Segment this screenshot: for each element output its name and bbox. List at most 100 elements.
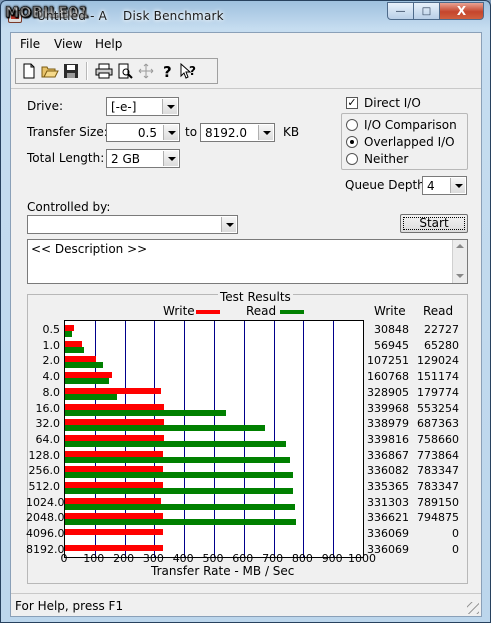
read-bar (65, 425, 266, 432)
x-tick-label: 700 (262, 552, 284, 565)
direct-io-label[interactable]: Direct I/O (364, 96, 421, 110)
read-value-cell: 22727 (424, 323, 459, 336)
write-value-cell: 107251 (367, 354, 409, 368)
x-tick-label: 300 (142, 552, 164, 565)
window-title: Untitled - A Disk Benchmark (37, 9, 224, 23)
menu-view[interactable]: View (54, 37, 82, 51)
write-value-cell: 338979 (367, 417, 409, 431)
read-value-cell: 758660 (417, 432, 459, 446)
title-bar[interactable]: MOBILE01 Untitled - A Disk Benchmark — □ … (1, 1, 490, 31)
drive-select[interactable]: [-e-] (106, 97, 179, 116)
read-bar (65, 346, 84, 353)
category-label: 4.0 (42, 370, 61, 384)
category-label: 64.0 (35, 432, 61, 446)
read-value-cell: 179774 (417, 385, 459, 399)
transfer-size-from-select[interactable]: 0.5 (106, 123, 180, 142)
description-box[interactable]: << Description >> (27, 239, 468, 284)
legend-read-swatch (280, 310, 304, 314)
chevron-down-icon[interactable] (163, 151, 178, 166)
window-title-right: Disk Benchmark (123, 9, 224, 23)
category-label: 0.5 (42, 323, 61, 336)
status-text: For Help, press F1 (15, 599, 124, 613)
queue-depth-label: Queue Depth: (345, 178, 429, 192)
read-bar (65, 378, 109, 385)
read-bar (65, 488, 293, 494)
legend-read-label: Read (246, 304, 277, 318)
transfer-from-value: 0.5 (137, 126, 157, 140)
total-length-select[interactable]: 2 GB (106, 149, 180, 168)
help-icon[interactable]: ? (158, 61, 178, 81)
category-label: 8192.0 (26, 542, 65, 556)
transfer-size-label: Transfer Size: (27, 125, 108, 139)
description-scrollbar[interactable] (452, 240, 467, 283)
write-value-cell: 339816 (367, 432, 409, 446)
transfer-size-to-select[interactable]: 8192.0 (200, 123, 275, 142)
controlled-by-select[interactable] (27, 215, 238, 234)
legend-write-swatch (196, 310, 220, 314)
start-button[interactable]: Start (400, 214, 468, 233)
neither-radio[interactable] (346, 153, 358, 165)
maximize-button[interactable]: □ (414, 2, 440, 20)
drive-label: Drive: (27, 99, 64, 113)
write-value-cell: 160768 (367, 370, 409, 384)
x-tick-label: 900 (321, 552, 343, 565)
chevron-down-icon[interactable] (162, 99, 177, 114)
kb-label: KB (283, 125, 300, 139)
read-column-header: Read (423, 304, 454, 318)
x-tick-label: 500 (202, 552, 224, 565)
write-value-cell: 336082 (367, 464, 409, 478)
print-preview-icon[interactable] (115, 61, 135, 81)
context-help-icon[interactable]: ? (179, 61, 199, 81)
open-icon[interactable] (40, 61, 60, 81)
queue-depth-select[interactable]: 4 (422, 176, 467, 195)
move-icon[interactable] (136, 61, 156, 81)
category-label: 8.0 (42, 385, 61, 399)
chevron-down-icon[interactable] (221, 217, 236, 232)
close-button[interactable]: X (440, 2, 484, 20)
svg-text:?: ? (189, 64, 196, 78)
total-length-label: Total Length: (27, 151, 105, 165)
resize-grip-icon[interactable] (467, 602, 479, 614)
x-tick-label: 600 (232, 552, 254, 565)
direct-io-checkbox[interactable]: ✓ (346, 97, 358, 109)
read-bar (65, 456, 291, 463)
chevron-down-icon[interactable] (258, 125, 273, 140)
grid-line (333, 321, 334, 557)
category-label: 1024.0 (26, 495, 65, 509)
window-title-left: Untitled - A (37, 9, 108, 23)
minimize-button[interactable]: — (387, 2, 414, 20)
io-comparison-label[interactable]: I/O Comparison (364, 118, 457, 132)
scroll-up-icon[interactable] (453, 240, 467, 254)
write-bar (65, 544, 163, 551)
write-bar (65, 529, 163, 536)
to-label: to (185, 125, 198, 139)
io-comparison-radio[interactable] (346, 119, 358, 131)
chart-plot-area (64, 320, 364, 558)
category-label: 512.0 (28, 480, 61, 493)
x-tick-label: 800 (291, 552, 313, 565)
category-label: 16.0 (35, 401, 61, 415)
menu-file[interactable]: File (20, 37, 40, 51)
read-value-cell: 789150 (417, 495, 459, 509)
category-label: 32.0 (35, 417, 61, 431)
print-icon[interactable] (94, 61, 114, 81)
category-label: 4096.0 (26, 527, 65, 541)
write-value-cell: 30848 (374, 323, 409, 336)
queue-depth-value: 4 (427, 179, 435, 193)
overlapped-io-label[interactable]: Overlapped I/O (364, 135, 455, 149)
category-label: 1.0 (42, 338, 61, 352)
read-value-cell: 553254 (417, 401, 459, 415)
toolbar: ? ? (15, 58, 218, 84)
chevron-down-icon[interactable] (163, 125, 178, 140)
app-window: MOBILE01 Untitled - A Disk Benchmark — □ … (0, 0, 491, 623)
write-column-header: Write (374, 304, 406, 318)
read-value-cell: 783347 (417, 480, 459, 493)
new-icon[interactable] (19, 61, 39, 81)
save-icon[interactable] (61, 61, 81, 81)
chevron-down-icon[interactable] (450, 178, 465, 193)
overlapped-io-radio[interactable] (346, 136, 358, 148)
read-bar (65, 393, 118, 400)
menu-help[interactable]: Help (95, 37, 122, 51)
scroll-down-icon[interactable] (453, 269, 467, 283)
neither-label[interactable]: Neither (364, 152, 408, 166)
